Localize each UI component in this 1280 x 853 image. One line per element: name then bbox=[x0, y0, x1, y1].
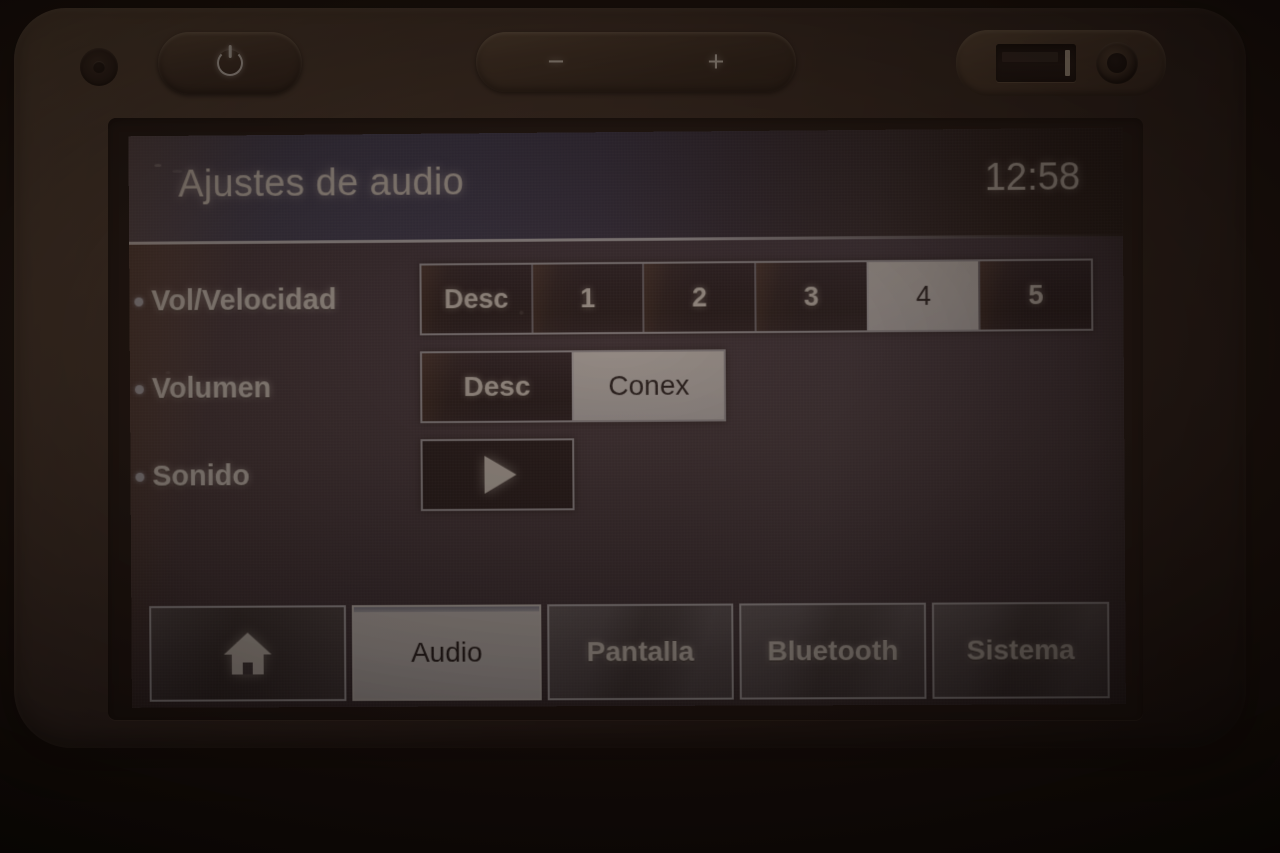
bottom-tab-bar: Audio Pantalla Bluetooth Sistema bbox=[149, 601, 1110, 702]
setting-row-volumen: Volumen Desc Conex bbox=[130, 339, 1124, 433]
tab-sistema[interactable]: Sistema bbox=[931, 601, 1110, 699]
toggle-option-conex-selected[interactable]: Conex bbox=[571, 351, 725, 421]
tab-home[interactable] bbox=[149, 605, 347, 702]
sonido-open-button[interactable] bbox=[420, 438, 575, 512]
setting-label-text: Volumen bbox=[151, 371, 272, 405]
tab-label: Pantalla bbox=[586, 635, 695, 668]
segment-desc[interactable]: Desc bbox=[421, 264, 532, 334]
ir-sensor-icon bbox=[80, 48, 118, 86]
aux-jack-port[interactable] bbox=[1096, 42, 1138, 84]
screen-header: Ajustes de audio 12:58 bbox=[128, 127, 1124, 244]
play-icon bbox=[483, 455, 517, 494]
head-unit-photo: − + Ajustes de audio 12:58 Vol/Velocidad… bbox=[0, 0, 1280, 853]
setting-row-vol-velocidad: Vol/Velocidad Desc 1 2 3 4 5 bbox=[129, 250, 1123, 345]
bullet-icon bbox=[134, 297, 144, 307]
vol-speed-segmented-control[interactable]: Desc 1 2 3 4 5 bbox=[419, 258, 1094, 336]
segment-1[interactable]: 1 bbox=[530, 263, 643, 333]
power-icon bbox=[217, 50, 243, 76]
setting-label-vol-velocidad: Vol/Velocidad bbox=[129, 283, 419, 318]
tab-label: Audio bbox=[410, 636, 483, 668]
toggle-option-desc[interactable]: Desc bbox=[421, 352, 573, 422]
home-icon bbox=[223, 632, 272, 675]
touchscreen-display[interactable]: Ajustes de audio 12:58 Vol/Velocidad Des… bbox=[128, 127, 1126, 708]
volume-toggle-control[interactable]: Desc Conex bbox=[419, 349, 727, 424]
segment-4-selected[interactable]: 4 bbox=[866, 261, 979, 331]
volume-rocker[interactable]: − + bbox=[476, 32, 796, 92]
bullet-icon bbox=[134, 385, 144, 395]
power-button[interactable] bbox=[158, 32, 302, 94]
setting-label-text: Vol/Velocidad bbox=[151, 283, 337, 317]
tab-bluetooth[interactable]: Bluetooth bbox=[739, 602, 927, 700]
tab-label: Bluetooth bbox=[767, 634, 899, 667]
tab-pantalla[interactable]: Pantalla bbox=[547, 603, 734, 701]
segment-2[interactable]: 2 bbox=[642, 263, 755, 332]
bullet-icon bbox=[135, 472, 145, 482]
volume-down-button[interactable]: − bbox=[476, 32, 636, 92]
usb-port[interactable] bbox=[996, 44, 1076, 82]
settings-list: Vol/Velocidad Desc 1 2 3 4 5 Volumen Des… bbox=[129, 236, 1125, 602]
clock: 12:58 bbox=[984, 156, 1081, 200]
volume-up-button[interactable]: + bbox=[636, 32, 796, 92]
segment-3[interactable]: 3 bbox=[754, 262, 867, 332]
setting-row-sonido: Sonido bbox=[130, 427, 1124, 521]
segment-5[interactable]: 5 bbox=[978, 260, 1092, 330]
port-panel bbox=[956, 30, 1166, 96]
tab-audio[interactable]: Audio bbox=[351, 604, 542, 702]
tab-label: Sistema bbox=[966, 634, 1075, 666]
setting-label-volumen: Volumen bbox=[130, 371, 420, 406]
setting-label-text: Sonido bbox=[152, 459, 250, 493]
page-title: Ajustes de audio bbox=[178, 161, 465, 206]
setting-label-sonido: Sonido bbox=[130, 459, 420, 494]
